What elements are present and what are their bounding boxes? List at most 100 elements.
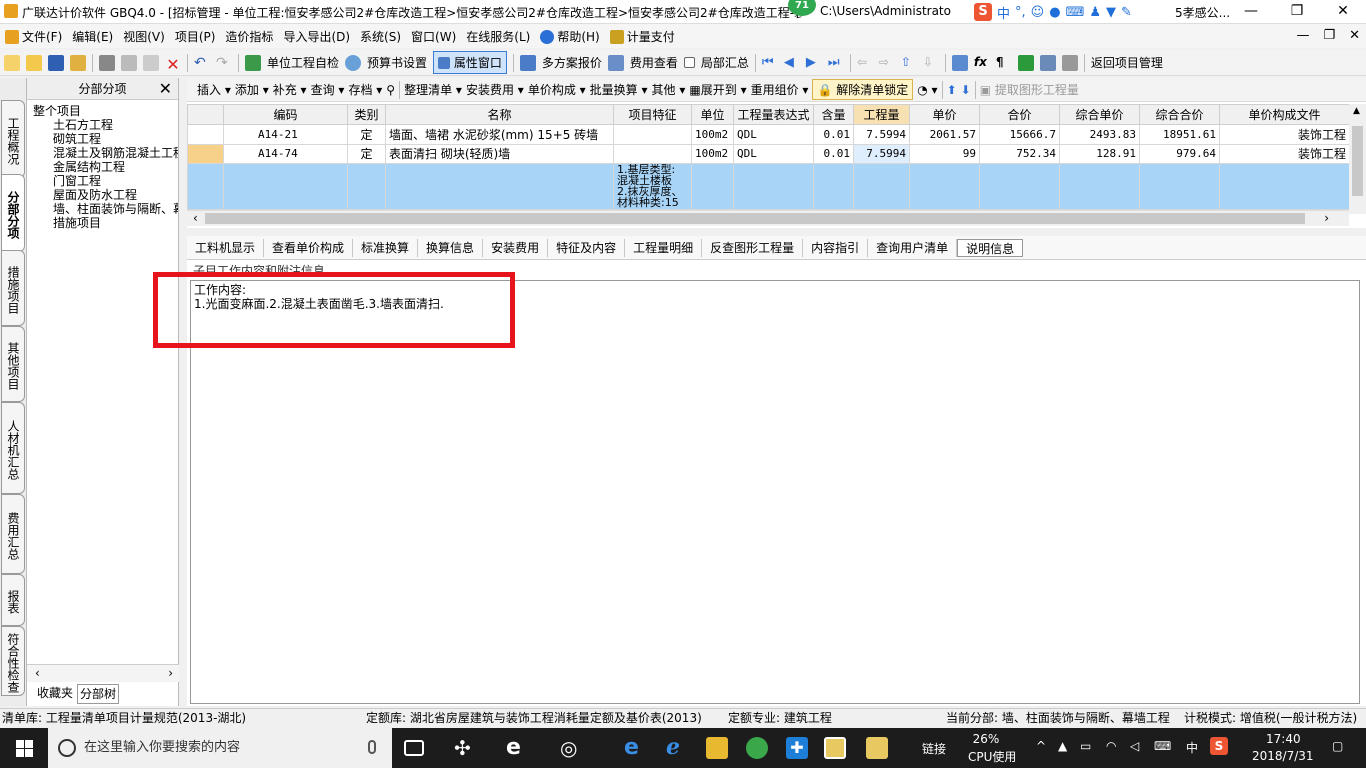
cell-sum-total[interactable]: 979.64 bbox=[1139, 143, 1220, 165]
multi-quote-button[interactable]: 多方案报价 bbox=[542, 54, 602, 71]
open-icon[interactable] bbox=[26, 54, 42, 71]
wrench-icon[interactable]: ✎ bbox=[1121, 5, 1132, 20]
keyboard-icon[interactable]: ⌨ bbox=[1154, 739, 1171, 753]
cell-price-file[interactable] bbox=[1219, 163, 1350, 210]
minimize-button[interactable]: — bbox=[1228, 0, 1274, 24]
scroll-thumb[interactable] bbox=[205, 213, 1305, 224]
mdi-close-button[interactable]: ✕ bbox=[1349, 28, 1360, 43]
cell-sum-total[interactable] bbox=[1139, 163, 1220, 210]
cell-name[interactable] bbox=[385, 163, 614, 210]
col-price-file[interactable]: 单价构成文件 bbox=[1219, 103, 1350, 126]
emoji-icon[interactable]: ☺ bbox=[1031, 5, 1045, 20]
organize-list-menu[interactable]: 整理清单 ▾ bbox=[404, 81, 462, 98]
calculator-icon[interactable] bbox=[951, 54, 968, 71]
fee-view-button[interactable]: 费用查看 bbox=[630, 54, 678, 71]
unlock-list-button[interactable]: 🔒 解除清单锁定 bbox=[812, 79, 914, 100]
cell-feature[interactable] bbox=[613, 124, 692, 145]
self-check-button[interactable]: 单位工程自检 bbox=[267, 54, 339, 71]
return-project-button[interactable]: 返回项目管理 bbox=[1091, 54, 1163, 71]
cell-expr[interactable] bbox=[733, 163, 814, 210]
row-header[interactable] bbox=[187, 124, 224, 145]
install-fee-menu[interactable]: 安装费用 ▾ bbox=[466, 81, 524, 98]
cell-quantity[interactable]: 7.5994 bbox=[853, 124, 910, 145]
doc-icon[interactable] bbox=[1061, 54, 1078, 71]
tab-feature-content[interactable]: 特征及内容 bbox=[548, 238, 626, 257]
cell-name[interactable]: 墙面、墙裙 水泥砂浆(mm) 15+5 砖墙 bbox=[385, 124, 614, 145]
clock-date[interactable]: 2018/7/31 bbox=[1252, 749, 1314, 763]
close-icon[interactable]: ✕ bbox=[159, 78, 172, 100]
col-sum-total[interactable]: 综合合价 bbox=[1139, 103, 1220, 126]
cell-unit[interactable] bbox=[691, 163, 734, 210]
unit-price-menu[interactable]: 单价构成 ▾ bbox=[528, 81, 586, 98]
gbq-help-icon[interactable] bbox=[866, 737, 888, 759]
cell-sum-total[interactable]: 18951.61 bbox=[1139, 124, 1220, 145]
scroll-left-icon[interactable]: ‹ bbox=[193, 211, 198, 225]
tree-item[interactable]: 措施项目 bbox=[33, 216, 178, 230]
cell-code[interactable]: A14-74 bbox=[223, 143, 348, 165]
menu-help[interactable]: 帮助(H) bbox=[535, 28, 604, 45]
cell-content[interactable]: 0.01 bbox=[813, 143, 854, 165]
col-code[interactable]: 编码 bbox=[223, 103, 348, 126]
up-arrow-icon[interactable]: ⇧ bbox=[901, 55, 917, 71]
cell-price-file[interactable]: 装饰工程 bbox=[1219, 143, 1350, 165]
cell-type[interactable]: 定 bbox=[347, 143, 386, 165]
tree-item[interactable]: 金属结构工程 bbox=[33, 160, 178, 174]
menu-window[interactable]: 窗口(W) bbox=[406, 28, 461, 45]
task-view-icon[interactable] bbox=[404, 740, 424, 756]
scroll-right-icon[interactable]: › bbox=[1324, 211, 1329, 225]
table-row-feature[interactable]: 1.基层类型: 混凝土楼板 2.抹灰厚度、 材料种类:15 bbox=[187, 163, 1350, 210]
cell-unit-price[interactable] bbox=[1059, 163, 1140, 210]
binoculars-icon[interactable]: ⚲ bbox=[386, 83, 395, 97]
expand-to-menu[interactable]: ▦展开到 ▾ bbox=[689, 81, 746, 98]
paste-icon[interactable] bbox=[143, 54, 159, 71]
budget-settings-button[interactable]: 预算书设置 bbox=[367, 54, 427, 71]
cell-name[interactable]: 表面清扫 砌块(轻质)墙 bbox=[385, 143, 614, 165]
cell-unit[interactable]: 100m2 bbox=[691, 143, 734, 165]
shirt-icon[interactable]: ▼ bbox=[1106, 5, 1116, 20]
col-name[interactable]: 名称 bbox=[385, 103, 614, 126]
notification-icon[interactable]: ▲ bbox=[1058, 739, 1067, 753]
menu-online[interactable]: 在线服务(L) bbox=[461, 28, 535, 45]
cell-price[interactable]: 2061.57 bbox=[909, 124, 980, 145]
tree-item[interactable]: 混凝土及钢筋混凝土工程 bbox=[33, 146, 178, 160]
paint-icon[interactable]: ◔ ▾ bbox=[917, 83, 937, 97]
folder-icon[interactable] bbox=[70, 54, 86, 71]
insert-menu[interactable]: 插入 ▾ bbox=[197, 81, 231, 98]
move-up-icon[interactable]: ⬆ bbox=[947, 83, 957, 97]
tab-reverse-graphic[interactable]: 反查图形工程量 bbox=[702, 238, 804, 257]
ime-toolbar[interactable]: S 中 °, ☺ ● ⌨ ♟ ▼ ✎ bbox=[970, 2, 1175, 22]
cell-total[interactable]: 752.34 bbox=[979, 143, 1060, 165]
cell-price[interactable] bbox=[909, 163, 980, 210]
delete-icon[interactable]: ✕ bbox=[165, 55, 181, 74]
add-menu[interactable]: 添加 ▾ bbox=[235, 81, 269, 98]
close-button[interactable]: ✕ bbox=[1320, 0, 1366, 24]
cell-unit[interactable]: 100m2 bbox=[691, 124, 734, 145]
paragraph-icon[interactable]: ¶ bbox=[996, 55, 1012, 71]
tree-item[interactable]: 屋面及防水工程 bbox=[33, 188, 178, 202]
tab-install-fee[interactable]: 安装费用 bbox=[483, 238, 549, 257]
cell-type[interactable] bbox=[347, 163, 386, 210]
scroll-thumb[interactable] bbox=[1352, 126, 1363, 196]
cell-total[interactable]: 15666.7 bbox=[979, 124, 1060, 145]
col-unit-price[interactable]: 综合单价 bbox=[1059, 103, 1140, 126]
cell-code[interactable]: A14-21 bbox=[223, 124, 348, 145]
start-button[interactable] bbox=[0, 728, 48, 768]
tab-report[interactable]: 报表 bbox=[1, 574, 25, 626]
cell-price-file[interactable]: 装饰工程 bbox=[1219, 124, 1350, 145]
fx-icon[interactable]: fx bbox=[974, 55, 990, 71]
menu-file[interactable]: 文件(F) bbox=[0, 28, 67, 45]
menu-cost-index[interactable]: 造价指标 bbox=[220, 28, 278, 45]
col-feature[interactable]: 项目特征 bbox=[613, 103, 692, 126]
battery-icon[interactable]: ▭ bbox=[1080, 739, 1091, 753]
cell-content[interactable]: 0.01 bbox=[813, 124, 854, 145]
sogou-icon[interactable]: S bbox=[974, 3, 992, 21]
tree-root[interactable]: 整个项目 bbox=[33, 104, 178, 118]
edge-blue-icon[interactable]: e bbox=[624, 737, 646, 759]
grid-vscrollbar[interactable]: ▲ bbox=[1349, 104, 1366, 214]
move-down-icon[interactable]: ⬇ bbox=[961, 83, 971, 97]
col-total[interactable]: 合价 bbox=[979, 103, 1060, 126]
add-app-icon[interactable]: ✚ bbox=[786, 737, 808, 759]
ime-lang[interactable]: 中 bbox=[997, 3, 1010, 22]
col-unit[interactable]: 单位 bbox=[691, 103, 734, 126]
cell-code[interactable] bbox=[223, 163, 348, 210]
